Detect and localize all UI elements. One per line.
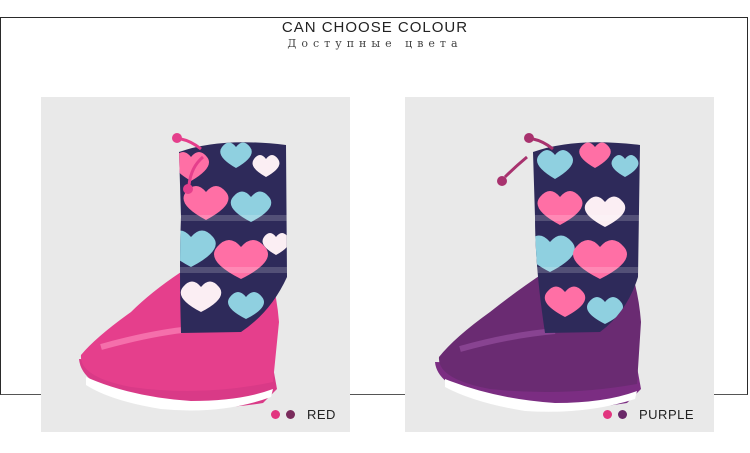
red-boot-image [79,133,287,411]
color-label-purple: PURPLE [639,407,695,422]
purple-boot-image [435,133,641,412]
color-option-purple[interactable]: PURPLE [603,407,694,422]
section-subtitle: Доступные цвета [287,37,463,50]
swatch-dot-primary [271,410,280,419]
product-card-red[interactable] [41,97,350,432]
product-card-purple[interactable] [405,97,714,432]
swatch-dot-secondary [618,410,627,419]
color-label-red: RED [307,407,336,422]
section-title: CAN CHOOSE COLOUR [0,19,750,36]
swatch-dot-secondary [286,410,295,419]
color-option-red[interactable]: RED [271,407,336,422]
swatch-dot-primary [603,410,612,419]
